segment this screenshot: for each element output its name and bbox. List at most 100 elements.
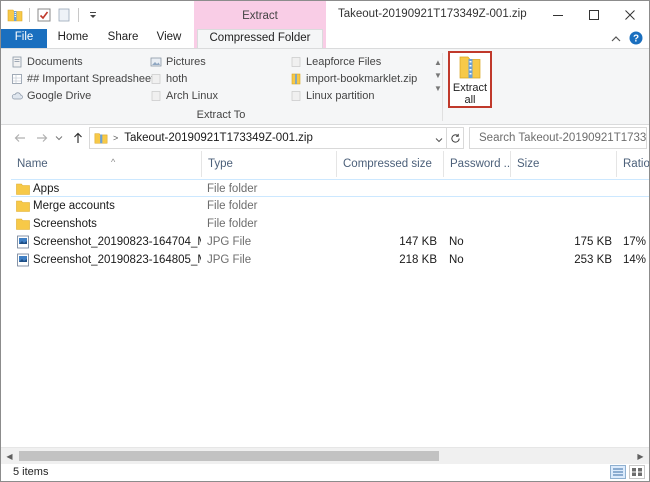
scroll-left-arrow-icon[interactable]: ◀ [1,448,18,465]
file-size: 253 KB [574,254,612,266]
scrollbar-thumb[interactable] [19,451,439,461]
list-item[interactable]: Screenshot_20190823-164805_My F... JPG F… [11,251,649,269]
extract-to-arch-linux[interactable]: Arch Linux [150,88,218,104]
extract-to-google-drive[interactable]: Google Drive [11,88,91,104]
file-type: JPG File [207,236,252,248]
folder-icon [150,73,162,85]
refresh-button[interactable] [446,128,463,148]
address-dropdown-icon[interactable] [435,134,443,146]
extract-all-button[interactable]: Extract all [448,51,492,108]
gallery-item-label: Pictures [166,56,206,68]
file-type: JPG File [207,254,252,266]
large-icons-view-icon [632,468,642,476]
up-button[interactable] [69,129,87,147]
column-header-ratio[interactable]: Ratio [617,151,649,177]
library-docs-icon [11,56,23,68]
column-header-name[interactable]: Name ^ [11,151,202,177]
back-arrow-icon [14,134,25,142]
compression-ratio: 14% [623,254,647,266]
tab-share[interactable]: Share [101,29,145,48]
zip-folder-icon [94,131,108,145]
gallery-item-label: hoth [166,73,188,85]
extract-to-leapforce-files[interactable]: Leapforce Files [290,54,381,70]
gallery-up-arrow-icon[interactable]: ▲ [434,58,442,67]
extract-to-import-bookmarklet[interactable]: import-bookmarklet.zip [290,71,417,87]
column-header-type[interactable]: Type [202,151,337,177]
forward-button[interactable] [33,129,51,147]
gallery-more-icon[interactable]: ▼ [434,84,442,93]
properties-check-icon[interactable] [36,7,52,23]
status-bar: 5 items [1,464,649,481]
list-item[interactable]: Screenshot_20190823-164704_My F... JPG F… [11,233,649,251]
column-header-password[interactable]: Password ... [444,151,511,177]
extract-to-linux-partition[interactable]: Linux partition [290,88,375,104]
back-button[interactable] [11,129,29,147]
breadcrumb-chevron-icon[interactable]: > [113,133,118,143]
quick-access-toolbar [7,6,101,24]
folder-icon [150,90,162,102]
column-header-compressed-size[interactable]: Compressed size [337,151,444,177]
maximize-button[interactable] [576,1,612,29]
zip-icon [290,73,302,85]
column-header-row: Name ^ Type Compressed size Password ...… [1,151,649,177]
file-type: File folder [207,218,258,230]
file-name: Screenshot_20190823-164805_My F... [33,254,201,266]
zip-folder-icon[interactable] [7,7,23,23]
gallery-item-label: Linux partition [306,90,375,102]
tab-file[interactable]: File [1,29,47,48]
maximize-icon [589,10,599,20]
column-header-size[interactable]: Size [511,151,617,177]
list-item[interactable]: Screenshots File folder [11,215,649,233]
file-type: File folder [207,183,258,195]
gallery-item-label: import-bookmarklet.zip [306,73,418,85]
extract-to-documents[interactable]: Documents [11,54,83,70]
close-button[interactable] [612,1,648,29]
gallery-item-label: Documents [27,56,83,68]
scroll-right-arrow-icon[interactable]: ▶ [632,448,649,465]
details-view-button[interactable] [610,465,626,479]
address-bar[interactable]: > Takeout-20190921T173349Z-001.zip [89,127,464,149]
extract-to-important-spreadsheets[interactable]: ## Important Spreadsheets [11,71,160,87]
extract-to-hoth[interactable]: hoth [150,71,187,87]
password-protected: No [449,236,464,248]
compression-ratio: 17% [623,236,647,248]
list-item[interactable]: Apps File folder [11,179,649,197]
list-item[interactable]: Merge accounts File folder [11,197,649,215]
column-header-label: Compressed size [343,158,432,170]
horizontal-scrollbar[interactable]: ◀ ▶ [1,447,649,464]
column-header-label: Size [517,158,540,170]
gallery-down-arrow-icon[interactable]: ▼ [434,71,442,80]
item-count: 5 items [13,466,49,478]
search-input[interactable]: Search Takeout-20190921T173349Z-001.zip [469,127,647,149]
qat-separator [78,8,79,22]
column-header-label: Password ... [450,158,511,170]
help-icon[interactable]: ? [629,31,643,48]
folder-icon [16,218,30,230]
window-title: Takeout-20190921T173349Z-001.zip [338,8,527,20]
folder-icon [290,56,302,68]
new-folder-icon[interactable] [56,7,72,23]
spreadsheet-icon [11,73,23,85]
forward-arrow-icon [37,134,48,142]
tab-view[interactable]: View [149,29,189,48]
qat-separator [29,8,30,22]
image-file-icon [17,235,29,249]
tab-home[interactable]: Home [51,29,95,48]
title-bar: Extract Takeout-20190921T173349Z-001.zip [1,1,649,29]
cloud-drive-icon [11,90,23,102]
recent-locations-button[interactable] [53,129,65,147]
close-icon [625,10,635,20]
extract-to-pictures[interactable]: Pictures [150,54,206,70]
tab-compressed-folder-tools[interactable]: Compressed Folder Tools [197,29,323,61]
ribbon-tabs: File Home Share View Compressed Folder T… [1,29,649,61]
file-name: Apps [33,183,60,195]
up-arrow-icon [74,132,82,143]
chevron-down-icon [55,136,63,141]
password-protected: No [449,254,464,266]
collapse-ribbon-icon[interactable] [611,34,621,46]
large-icons-view-button[interactable] [629,465,645,479]
minimize-button[interactable] [540,1,576,29]
customize-qat-icon[interactable] [85,7,101,23]
refresh-icon [450,133,460,143]
image-file-icon [17,253,29,267]
